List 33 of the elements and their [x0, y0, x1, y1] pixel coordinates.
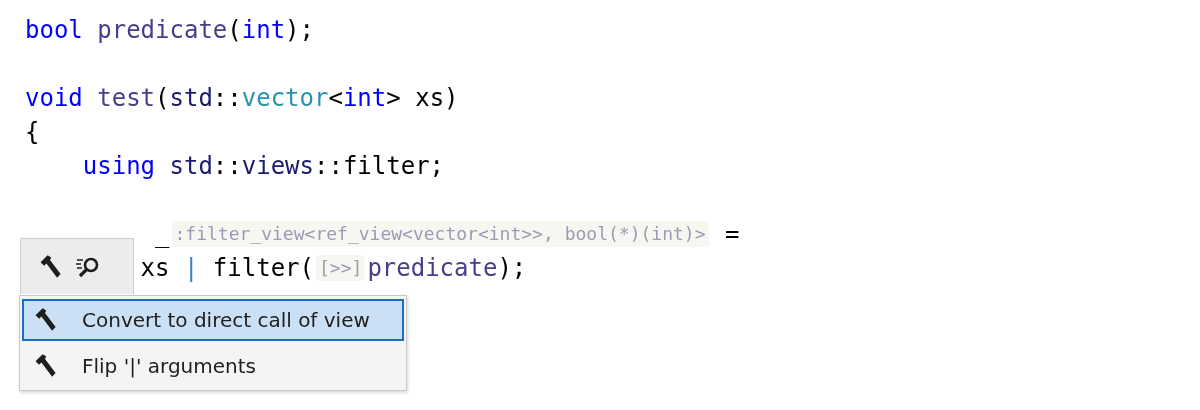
code-token: test [97, 83, 156, 114]
code-token: ( [227, 15, 242, 46]
code-token: { [25, 117, 40, 148]
code-token: std [169, 151, 213, 182]
code-token: < [328, 83, 343, 114]
code-token: > xs) [386, 83, 459, 114]
inlay-hint: [>>] [316, 255, 366, 281]
code-token: predicate [367, 253, 498, 284]
code-token: vector [241, 83, 329, 114]
inlay-hint: :filter_view<ref_view<vector<int>>, bool(*)(int)> [171, 221, 709, 247]
code-token: | [183, 253, 199, 284]
code-token: int [241, 15, 286, 46]
search-button[interactable] [75, 255, 101, 278]
code-token: using [82, 151, 156, 182]
code-token: :: [212, 151, 242, 182]
menu-item[interactable]: Flip '|' arguments [22, 345, 404, 387]
code-token: = [724, 219, 740, 250]
code-token: ); [285, 15, 314, 46]
code-token: std [169, 83, 213, 114]
code-token: bool [25, 15, 83, 46]
code-token: xs [140, 253, 171, 284]
code-token: views [241, 151, 314, 182]
code-token: void [25, 83, 83, 114]
code-token: _ [155, 219, 170, 250]
search-icon [75, 255, 101, 278]
code-token: ( [155, 83, 170, 114]
code-token: ::filter; [314, 151, 445, 182]
code-token: ); [497, 253, 527, 284]
code-token: predicate [97, 15, 228, 46]
menu-item[interactable]: Convert to direct call of view [22, 299, 404, 341]
code-token: :: [212, 83, 242, 114]
code-token: int [342, 83, 387, 114]
code-token: filter( [212, 253, 314, 284]
